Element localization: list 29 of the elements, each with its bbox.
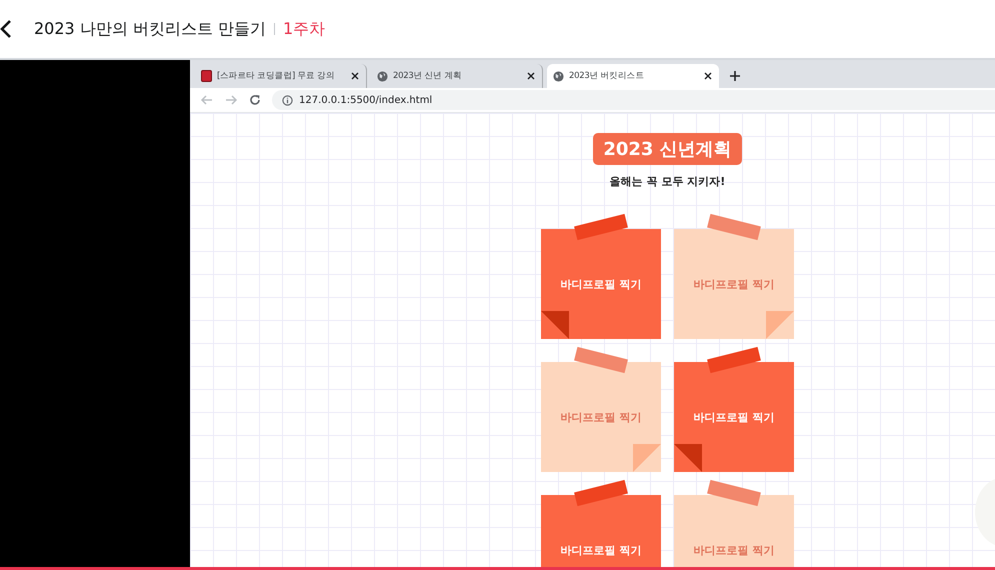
globe-icon — [377, 70, 388, 82]
tab-title: 2023년 버킷리스트 — [569, 70, 646, 82]
new-tab-button[interactable] — [729, 70, 741, 82]
page-title: 2023 신년계획 — [593, 133, 742, 165]
week-label: 1주차 — [282, 18, 326, 40]
tape-strip — [574, 480, 628, 506]
tape-strip — [707, 480, 761, 506]
browser-tab[interactable]: 2023년 버킷리스트 — [547, 64, 719, 88]
tab-title: [스파르타 코딩클럽] 무료 강의 — [217, 70, 336, 82]
reload-icon[interactable] — [248, 93, 262, 107]
note-text: 바디프로필 찍기 — [694, 410, 774, 424]
tape-strip — [574, 346, 628, 374]
page-subtitle: 올해는 꼭 모두 지키자! — [610, 174, 726, 189]
url-text: 127.0.0.1:5500/index.html — [299, 94, 432, 106]
note-text: 바디프로필 찍기 — [694, 542, 774, 558]
info-icon — [282, 94, 293, 106]
book-icon — [201, 70, 212, 82]
note-text: 바디프로필 찍기 — [560, 276, 642, 292]
tape-strip — [707, 346, 761, 374]
note-text: 바디프로필 찍기 — [560, 542, 642, 558]
course-title: 2023 나만의 버킷리스트 만들기 — [34, 18, 266, 40]
address-bar[interactable]: 127.0.0.1:5500/index.html — [272, 90, 995, 110]
close-icon[interactable] — [350, 71, 360, 81]
note-text: 바디프로필 찍기 — [694, 276, 774, 292]
close-icon[interactable] — [703, 71, 713, 81]
close-icon[interactable] — [526, 71, 536, 81]
tab-title: 2023년 신년 계획 — [393, 70, 463, 82]
globe-icon — [553, 70, 564, 82]
note-text: 바디프로필 찍기 — [560, 410, 642, 424]
